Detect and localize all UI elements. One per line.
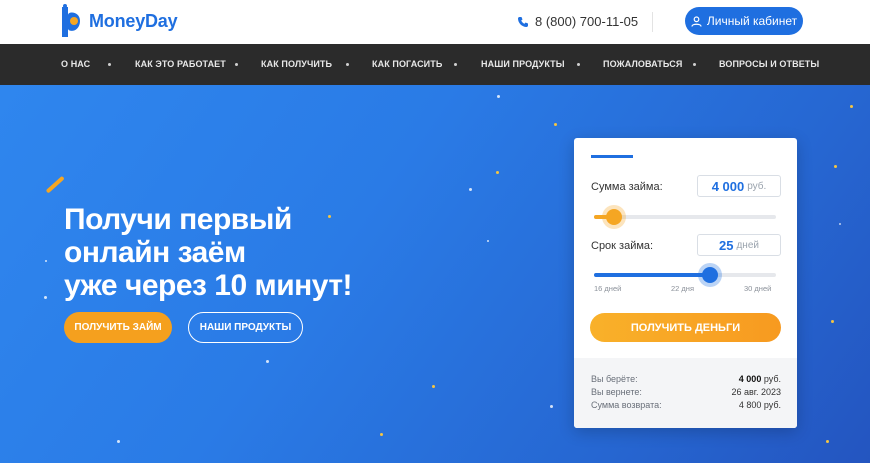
nav-separator	[108, 63, 111, 66]
main-nav: О НАС КАК ЭТО РАБОТАЕТ КАК ПОЛУЧИТЬ КАК …	[0, 44, 870, 85]
term-label: Срок займа:	[591, 240, 654, 252]
our-products-button[interactable]: НАШИ ПРОДУКТЫ	[188, 312, 303, 343]
star-decoration	[380, 433, 383, 436]
summary-value: 4 800 руб.	[738, 400, 781, 410]
term-tick: 30 дней	[744, 284, 772, 293]
summary-label: Сумма возврата:	[591, 400, 662, 410]
star-decoration	[117, 440, 120, 443]
amount-input[interactable]: 4 000 руб.	[697, 175, 781, 197]
user-icon	[691, 15, 702, 27]
get-loan-button[interactable]: ПОЛУЧИТЬ ЗАЙМ	[64, 312, 172, 343]
nav-item-complain[interactable]: ПОЖАЛОВАТЬСЯ	[603, 44, 682, 85]
star-decoration	[469, 188, 472, 191]
term-input[interactable]: 25 дней	[697, 234, 781, 256]
nav-item-about[interactable]: О НАС	[61, 44, 90, 85]
summary-value: 26 авг. 2023	[731, 387, 781, 397]
nav-item-our-products[interactable]: НАШИ ПРОДУКТЫ	[481, 44, 565, 85]
logo-text: MoneyDay	[89, 10, 178, 31]
summary-unit: руб.	[761, 374, 781, 384]
star-decoration	[550, 405, 553, 408]
nav-item-how-it-works[interactable]: КАК ЭТО РАБОТАЕТ	[135, 44, 226, 85]
summary-row: Вы берёте: 4 000 руб.	[591, 374, 781, 384]
star-decoration	[554, 123, 557, 126]
nav-separator	[693, 63, 696, 66]
star-decoration	[496, 171, 499, 174]
term-slider[interactable]	[594, 267, 776, 283]
term-tick: 22 дня	[671, 284, 695, 293]
phone-icon	[517, 16, 529, 28]
star-decoration	[44, 296, 47, 299]
term-tick: 16 дней	[594, 284, 622, 293]
headline-line: уже через 10 минут!	[64, 269, 353, 302]
amount-unit: руб.	[747, 180, 767, 192]
star-decoration	[850, 105, 853, 108]
summary-row: Сумма возврата: 4 800 руб.	[591, 400, 781, 410]
amount-slider-thumb[interactable]	[606, 209, 622, 225]
nav-separator	[577, 63, 580, 66]
logo-icon	[58, 3, 86, 39]
summary-value: 4 000	[738, 374, 762, 384]
term-slider-thumb[interactable]	[702, 267, 718, 283]
loan-calculator: Сумма займа: 4 000 руб. Срок займа: 25 д…	[574, 138, 797, 428]
amount-slider[interactable]	[594, 209, 776, 225]
personal-cabinet-button[interactable]: Личный кабинет	[685, 7, 803, 35]
nav-separator	[454, 63, 457, 66]
headline-line: онлайн заём	[64, 236, 246, 269]
nav-item-how-to-get[interactable]: КАК ПОЛУЧИТЬ	[261, 44, 332, 85]
hero-headline: Получи первый онлайн заём уже через 10 м…	[64, 203, 353, 302]
personal-cabinet-label: Личный кабинет	[706, 14, 798, 28]
summary-label: Вы берёте:	[591, 374, 638, 384]
star-decoration	[487, 240, 489, 242]
star-decoration	[826, 440, 829, 443]
star-decoration	[432, 385, 435, 388]
header-divider	[652, 12, 653, 32]
summary-row: Вы вернете: 26 авг. 2023	[591, 387, 781, 397]
phone-number[interactable]: 8 (800) 700-11-05	[517, 14, 638, 29]
logo[interactable]: MoneyDay	[58, 3, 178, 39]
star-decoration	[266, 360, 269, 363]
star-decoration	[839, 223, 841, 225]
star-decoration	[834, 165, 837, 168]
headline-line: Получи первый	[64, 203, 292, 236]
loan-summary: Вы берёте: 4 000 руб. Вы вернете: 26 авг…	[574, 358, 797, 428]
star-decoration	[831, 320, 834, 323]
nav-separator	[346, 63, 349, 66]
summary-label: Вы вернете:	[591, 387, 642, 397]
nav-separator	[235, 63, 238, 66]
star-decoration	[45, 260, 47, 262]
amount-value: 4 000	[711, 178, 745, 194]
get-money-button[interactable]: ПОЛУЧИТЬ ДЕНЬГИ	[590, 313, 781, 342]
site-header: MoneyDay 8 (800) 700-11-05 Личный кабине…	[0, 0, 870, 44]
term-slider-fill	[594, 273, 710, 277]
card-accent-bar	[591, 155, 633, 158]
term-value: 25	[719, 237, 734, 253]
accent-stroke	[45, 175, 65, 194]
nav-item-faq[interactable]: ВОПРОСЫ И ОТВЕТЫ	[719, 44, 819, 85]
term-unit: дней	[736, 239, 759, 251]
phone-text: 8 (800) 700-11-05	[535, 14, 639, 29]
amount-label: Сумма займа:	[591, 181, 663, 193]
nav-item-how-to-repay[interactable]: КАК ПОГАСИТЬ	[372, 44, 442, 85]
star-decoration	[497, 95, 500, 98]
